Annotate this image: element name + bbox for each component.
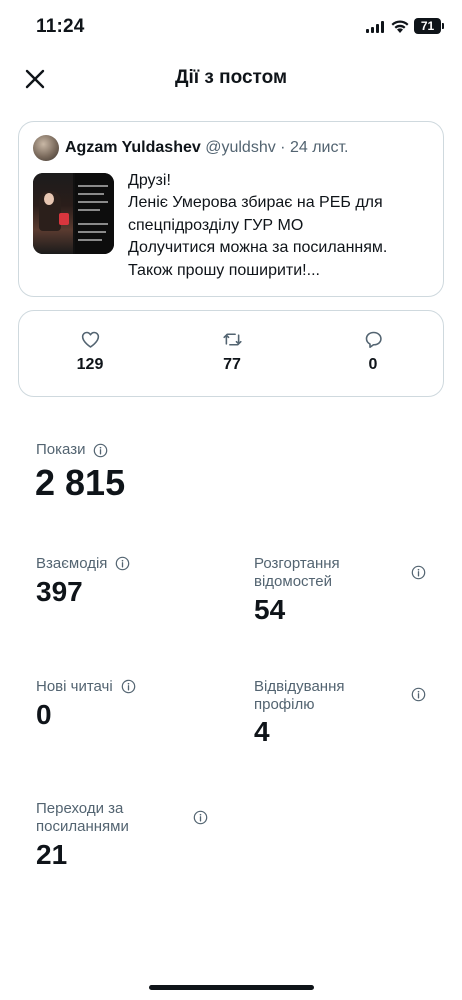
- cellular-signal-icon: [366, 21, 384, 33]
- header: Дії з постом: [0, 56, 462, 100]
- replies-stat[interactable]: 0: [333, 329, 413, 374]
- engagement-summary-card: 129 77 0: [18, 310, 444, 397]
- post-text-line: Також прошу поширити!...: [128, 261, 320, 279]
- battery-indicator: 71: [414, 18, 444, 34]
- heart-icon: [81, 331, 99, 348]
- status-bar: 11:24 71: [0, 0, 462, 54]
- metric-value-link-clicks: 21: [36, 839, 68, 870]
- wifi-icon: [391, 20, 409, 33]
- metric-profile-visits: Відвідування профілю: [254, 678, 344, 714]
- likes-stat[interactable]: 129: [50, 329, 130, 374]
- metric-value-detail-expands: 54: [254, 594, 286, 625]
- home-indicator[interactable]: [149, 985, 314, 990]
- metric-detail-expands: Розгортання відомостей: [254, 555, 340, 591]
- reposts-count: 77: [223, 356, 241, 373]
- info-icon[interactable]: [115, 556, 130, 571]
- separator-dot: ·: [280, 139, 286, 156]
- metric-label: Розгортання: [254, 555, 340, 572]
- metric-label: профілю: [254, 696, 315, 713]
- post-text-line: Леніє Умерова збирає на РЕБ для: [128, 194, 383, 212]
- metric-value-engagements: 397: [36, 576, 83, 607]
- metric-label: відомостей: [254, 573, 332, 590]
- post-text-line: Долучитися можна за посиланням.: [128, 239, 388, 257]
- replies-count: 0: [368, 356, 378, 373]
- repost-icon: [222, 333, 242, 346]
- post-text-line: спецпідрозділу ГУР МО: [128, 216, 304, 234]
- metric-value-profile-visits: 4: [254, 716, 270, 747]
- reply-icon: [365, 331, 382, 348]
- info-icon[interactable]: [411, 687, 426, 702]
- metric-value-impressions: 2 815: [35, 462, 126, 503]
- metric-label: Відвідування: [254, 678, 345, 695]
- metric-impressions: Покази: [36, 441, 85, 459]
- post-author-line: Agzam Yuldashev @yuldshv · 24 лист.: [65, 139, 348, 157]
- info-icon[interactable]: [411, 565, 426, 580]
- metric-link-clicks: Переходи за посиланнями: [36, 800, 129, 836]
- page-title: Дії з постом: [174, 67, 288, 88]
- info-icon[interactable]: [193, 810, 208, 825]
- post-text-line: Друзі!: [128, 172, 171, 189]
- metric-engagements: Взаємодія: [36, 555, 107, 573]
- info-icon[interactable]: [93, 443, 108, 458]
- metric-label: Покази: [36, 441, 86, 458]
- post-text: Друзі! Леніє Умерова збирає на РЕБ для с…: [128, 170, 428, 282]
- metric-label: Нові читачі: [36, 678, 113, 695]
- status-time: 11:24: [36, 16, 85, 37]
- author-handle: @yuldshv: [205, 139, 276, 156]
- metric-label: Взаємодія: [36, 555, 108, 572]
- reposts-stat[interactable]: 77: [192, 329, 272, 374]
- post-image-thumbnail[interactable]: [33, 173, 114, 254]
- author-name[interactable]: Agzam Yuldashev: [65, 139, 201, 156]
- info-icon[interactable]: [121, 679, 136, 694]
- likes-count: 129: [76, 356, 104, 373]
- metric-value-new-followers: 0: [36, 699, 52, 730]
- avatar[interactable]: [33, 135, 59, 161]
- metric-label: посиланнями: [36, 818, 129, 835]
- metric-new-followers: Нові читачі: [36, 678, 113, 696]
- post-preview-card[interactable]: Agzam Yuldashev @yuldshv · 24 лист. Друз…: [18, 121, 444, 297]
- post-date: 24 лист.: [289, 139, 349, 156]
- metric-label: Переходи за: [36, 800, 124, 817]
